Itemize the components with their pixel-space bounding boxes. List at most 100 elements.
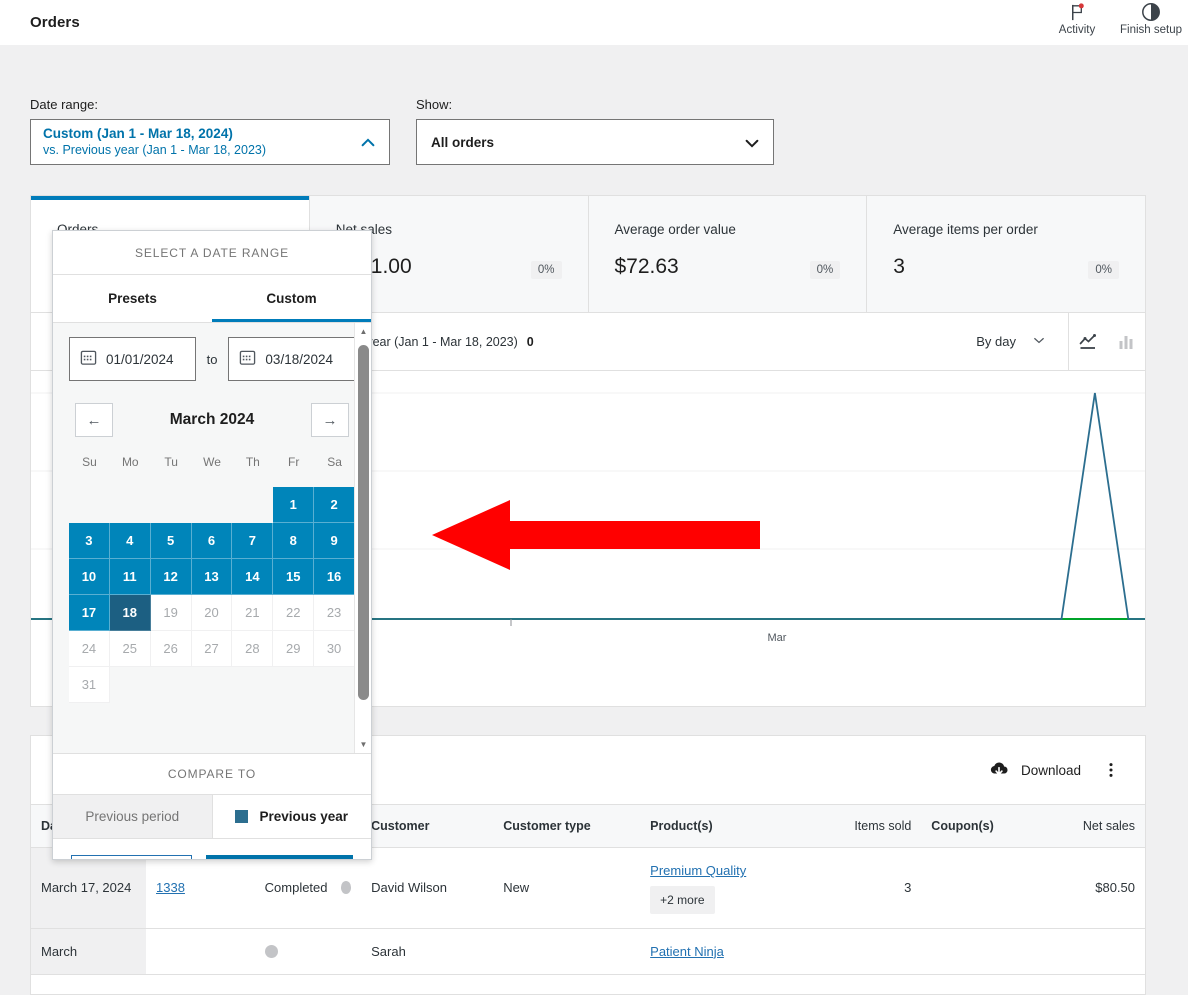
popover-scroll-region: 01/01/2024 to 03/18/2024 ← March 2024 → …: [53, 323, 371, 753]
line-chart-icon[interactable]: [1069, 332, 1107, 352]
calendar-day[interactable]: 17: [69, 595, 110, 631]
column-header-products[interactable]: Product(s): [640, 804, 811, 848]
calendar-dow-label: Th: [245, 455, 260, 469]
reset-button[interactable]: Reset: [71, 855, 192, 859]
popover-title: SELECT A DATE RANGE: [53, 231, 371, 275]
summary-card-average-order-value[interactable]: Average order value $72.63 0%: [589, 196, 868, 312]
calendar-day[interactable]: 15: [273, 559, 315, 595]
column-header-customer[interactable]: Customer: [361, 804, 494, 848]
admin-topbar: Orders Activity Finish setup: [0, 0, 1188, 45]
cell-customer-type: [493, 928, 641, 976]
tab-custom[interactable]: Custom: [212, 275, 371, 322]
interval-select[interactable]: By day: [976, 333, 1068, 350]
calendar-month-label: March 2024: [169, 411, 255, 428]
compare-to-options: Previous period Previous year: [53, 795, 371, 839]
compare-label: Previous year: [259, 809, 349, 824]
column-header-customer-type[interactable]: Customer type: [493, 804, 641, 848]
product-link[interactable]: Premium Quality: [650, 863, 746, 878]
calendar-day[interactable]: 26: [150, 631, 192, 667]
scrollbar-thumb[interactable]: [358, 345, 369, 700]
calendar-day[interactable]: 10: [69, 559, 110, 595]
tab-presets[interactable]: Presets: [53, 275, 212, 322]
show-value: All orders: [431, 134, 495, 150]
calendar-day[interactable]: 20: [191, 595, 233, 631]
calendar-day[interactable]: 2: [314, 487, 355, 523]
calendar-day[interactable]: 1: [273, 487, 315, 523]
update-button[interactable]: Update: [205, 855, 353, 859]
date-range-filter: Date range: Custom (Jan 1 - Mar 18, 2024…: [30, 97, 390, 165]
scroll-up-arrow-icon[interactable]: ▲: [355, 323, 371, 340]
download-button[interactable]: Download: [978, 753, 1091, 788]
calendar-day[interactable]: 4: [109, 523, 151, 559]
calendar-day[interactable]: 3: [69, 523, 110, 559]
date-range-control[interactable]: Custom (Jan 1 - Mar 18, 2024) vs. Previo…: [30, 119, 390, 165]
calendar-dow-label: Fr: [288, 455, 300, 469]
calendar-day[interactable]: 6: [191, 523, 233, 559]
calendar-day[interactable]: 14: [232, 559, 274, 595]
calendar-day[interactable]: 21: [232, 595, 274, 631]
calendar-day[interactable]: 11: [109, 559, 151, 595]
calendar-icon: [239, 349, 256, 369]
product-link[interactable]: Patient Ninja: [650, 944, 724, 959]
calendar-day[interactable]: 18: [109, 595, 151, 631]
product-more-badge[interactable]: +2 more: [650, 885, 715, 914]
filter-row: Date range: Custom (Jan 1 - Mar 18, 2024…: [30, 97, 774, 165]
calendar-day-blank: [150, 487, 192, 523]
page-title: Orders: [30, 14, 80, 31]
calendar-day[interactable]: 28: [232, 631, 274, 667]
compare-label: Previous period: [85, 809, 180, 824]
calendar-day[interactable]: 13: [191, 559, 233, 595]
scroll-down-arrow-icon[interactable]: ▼: [355, 736, 371, 753]
calendar-day[interactable]: 16: [314, 559, 355, 595]
interval-value: By day: [976, 334, 1016, 349]
show-label: Show:: [416, 97, 453, 112]
calendar-day[interactable]: 12: [150, 559, 192, 595]
vertical-ellipsis-icon[interactable]: [1095, 754, 1127, 786]
calendar-day[interactable]: 9: [314, 523, 355, 559]
compare-color-swatch: [235, 810, 249, 823]
column-header-net-sales[interactable]: Net sales: [1038, 804, 1145, 848]
cell-items-sold: [810, 928, 922, 976]
calendar-day[interactable]: 31: [69, 667, 110, 703]
arrow-right-icon[interactable]: →: [310, 403, 349, 437]
calendar-dow-label: Mo: [121, 455, 139, 469]
cell-date: March: [31, 928, 147, 976]
activity-button[interactable]: Activity: [1040, 0, 1114, 45]
calendar-day-blank: [109, 487, 151, 523]
arrow-left-icon[interactable]: ←: [75, 403, 113, 437]
calendar-day[interactable]: 7: [232, 523, 274, 559]
popover-scrollbar[interactable]: ▲ ▼: [354, 323, 371, 753]
flag-icon: [1068, 1, 1087, 23]
compare-previous-period[interactable]: Previous period: [53, 795, 213, 839]
end-date-input[interactable]: 03/18/2024: [228, 337, 355, 381]
calendar-day[interactable]: 8: [273, 523, 315, 559]
calendar-day[interactable]: 5: [150, 523, 192, 559]
calendar-day[interactable]: 29: [273, 631, 315, 667]
finish-setup-button[interactable]: Finish setup: [1114, 0, 1188, 45]
summary-card-delta: 0%: [1088, 261, 1119, 279]
calendar-day[interactable]: 19: [150, 595, 192, 631]
summary-card-delta: 0%: [809, 261, 841, 279]
column-header-coupons[interactable]: Coupon(s): [921, 804, 1039, 848]
calendar-day[interactable]: 24: [69, 631, 110, 667]
calendar-day[interactable]: 22: [273, 595, 315, 631]
popover-tabs: Presets Custom: [53, 275, 371, 323]
calendar-day[interactable]: 30: [314, 631, 355, 667]
cell-customer: Sarah: [361, 928, 494, 976]
bar-chart-icon[interactable]: [1107, 332, 1145, 352]
calendar-day[interactable]: 25: [109, 631, 151, 667]
chevron-up-icon: [359, 134, 375, 150]
start-date-input[interactable]: 01/01/2024: [69, 337, 196, 381]
summary-card-average-items-per-order[interactable]: Average items per order 3 0%: [867, 196, 1145, 312]
calendar-day[interactable]: 23: [314, 595, 355, 631]
calendar-dow-label: Su: [82, 455, 97, 469]
order-link[interactable]: 1338: [156, 880, 185, 895]
cell-net-sales: [1038, 928, 1145, 976]
summary-card-value: 3: [893, 255, 905, 278]
show-select[interactable]: All orders: [416, 119, 774, 165]
calendar-day[interactable]: 27: [191, 631, 233, 667]
popover-actions: Reset Update: [53, 839, 371, 859]
column-header-items-sold[interactable]: Items sold: [810, 804, 922, 848]
compare-previous-year[interactable]: Previous year: [212, 795, 371, 839]
legend-total: 0: [526, 334, 534, 349]
